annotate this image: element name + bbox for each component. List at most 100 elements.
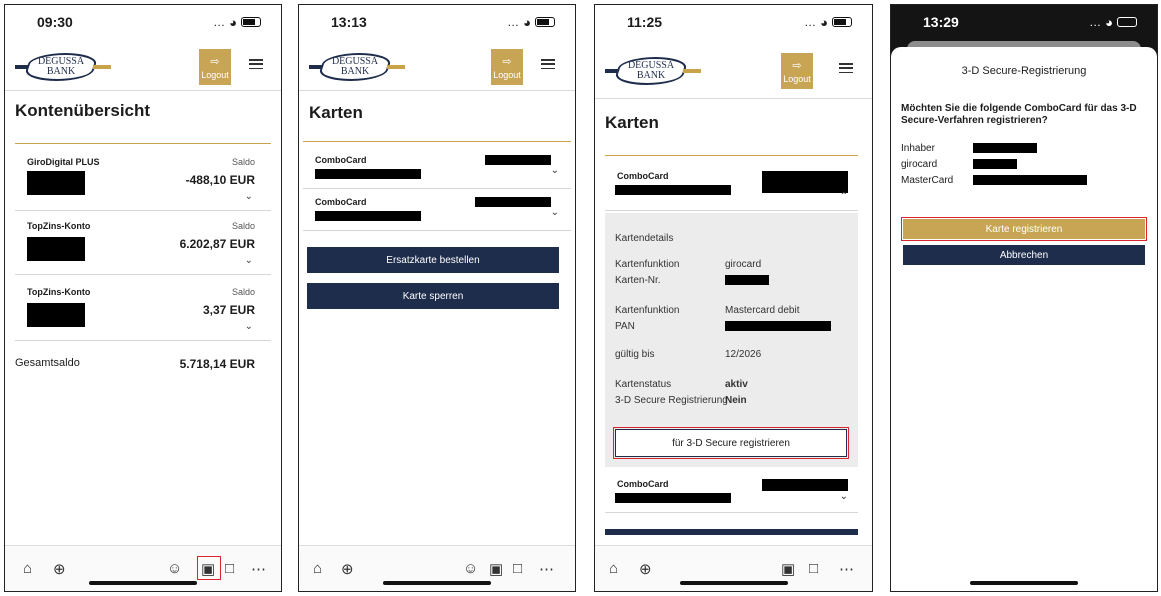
- block-card-button[interactable]: Karte sperren: [307, 283, 559, 309]
- card-row[interactable]: ComboCard ⌄: [303, 149, 571, 189]
- details-title: Kartendetails: [615, 233, 674, 244]
- account-row[interactable]: GiroDigital PLUS Saldo -488,10 EUR ⌄: [15, 147, 271, 211]
- highlight-register-button: [613, 427, 849, 459]
- status-bar: 13:13 … ◕: [299, 5, 575, 39]
- battery-icon: [535, 17, 555, 27]
- more-icon[interactable]: ⋯: [539, 560, 554, 578]
- menu-icon[interactable]: [839, 61, 853, 75]
- status-time: 13:29: [923, 14, 959, 30]
- redacted-pan: [725, 321, 831, 331]
- redacted-iban: [27, 237, 85, 261]
- logout-icon: ⇨: [792, 59, 802, 72]
- home-icon[interactable]: ⌂: [313, 560, 322, 577]
- home-icon[interactable]: ⌂: [609, 560, 618, 577]
- status-bar: 11:25 … ◕: [595, 5, 872, 39]
- status-time: 13:13: [331, 14, 367, 30]
- status-time: 09:30: [37, 14, 73, 30]
- documents-icon[interactable]: □: [513, 560, 522, 577]
- degussa-bank-logo: DEGUSSA BANK: [605, 55, 701, 87]
- redacted-mastercard: [973, 175, 1087, 185]
- home-icon[interactable]: ⌂: [23, 560, 32, 577]
- degussa-bank-logo: DEGUSSA BANK: [15, 51, 111, 83]
- transfer-icon[interactable]: ⊕: [53, 560, 66, 578]
- status-bar: 09:30 … ◕: [5, 5, 281, 39]
- documents-icon[interactable]: □: [225, 560, 234, 577]
- app-header: DEGUSSA BANK ⇨ Logout: [299, 43, 575, 91]
- signal-icon: …: [804, 15, 817, 29]
- screen-account-overview: 09:30 … ◕ DEGUSSA BANK ⇨ Logout Kontenüb…: [4, 4, 282, 592]
- wifi-icon: ◕: [820, 14, 828, 30]
- page-title: Kontenübersicht: [15, 101, 151, 120]
- wifi-icon: ◕: [229, 14, 237, 30]
- order-replacement-card-button[interactable]: Ersatzkarte bestellen: [307, 247, 559, 273]
- signal-icon: …: [1089, 15, 1102, 29]
- card-row-expanded[interactable]: ComboCard ⌃: [605, 161, 858, 211]
- redacted-card-number: [725, 275, 769, 285]
- divider: [303, 141, 571, 142]
- page-title: Karten: [605, 113, 659, 132]
- logout-button[interactable]: ⇨ Logout: [781, 53, 813, 89]
- logout-button[interactable]: ⇨ Logout: [199, 49, 231, 85]
- documents-icon[interactable]: □: [809, 560, 818, 577]
- total-value: 5.718,14 EUR: [179, 357, 255, 371]
- card-details-panel: Kartendetails Kartenfunktion girocard Ka…: [605, 213, 858, 467]
- menu-icon[interactable]: [541, 57, 555, 71]
- highlight-confirm-button: [901, 217, 1147, 241]
- account-row[interactable]: TopZins-Konto Saldo 6.202,87 EUR ⌄: [15, 211, 271, 275]
- transfer-icon[interactable]: ⊕: [341, 560, 354, 578]
- redacted-card-info: [485, 155, 551, 165]
- status-time: 11:25: [627, 14, 663, 30]
- logout-icon: ⇨: [210, 55, 220, 68]
- card-status-value: aktiv: [725, 379, 748, 390]
- divider: [605, 155, 858, 156]
- more-icon[interactable]: ⋯: [251, 560, 266, 578]
- chevron-down-icon[interactable]: ⌄: [840, 491, 848, 502]
- logout-button[interactable]: ⇨ Logout: [491, 49, 523, 85]
- signal-icon: …: [213, 15, 226, 29]
- chevron-up-icon[interactable]: ⌃: [840, 191, 848, 202]
- redacted-card-info: [762, 479, 848, 491]
- more-icon[interactable]: ⋯: [839, 560, 854, 578]
- redacted-card-number: [615, 185, 731, 195]
- redacted-card-info: [762, 171, 848, 193]
- redacted-card-number: [315, 169, 421, 179]
- account-row[interactable]: TopZins-Konto Saldo 3,37 EUR ⌄: [15, 277, 271, 341]
- signal-icon: …: [507, 15, 520, 29]
- chevron-down-icon[interactable]: ⌄: [245, 191, 253, 202]
- battery-icon: [832, 17, 852, 27]
- card-row[interactable]: ComboCard ⌄: [605, 469, 858, 513]
- cards-icon[interactable]: ▣: [781, 560, 795, 578]
- redacted-owner: [973, 143, 1037, 153]
- logout-icon: ⇨: [502, 55, 512, 68]
- cancel-button[interactable]: Abbrechen: [903, 245, 1145, 265]
- support-icon[interactable]: ☺: [167, 560, 182, 577]
- home-indicator: [679, 581, 788, 585]
- screen-card-details: 11:25 … ◕ DEGUSSA BANK ⇨ Logout Karten C…: [594, 4, 873, 592]
- chevron-down-icon[interactable]: ⌄: [551, 207, 559, 218]
- battery-icon: [241, 17, 261, 27]
- battery-icon: [1117, 17, 1137, 27]
- app-header: DEGUSSA BANK ⇨ Logout: [595, 47, 872, 99]
- sheet-title: 3-D Secure-Registrierung: [961, 65, 1087, 77]
- cards-icon[interactable]: ▣: [489, 560, 503, 578]
- support-icon[interactable]: ☺: [463, 560, 478, 577]
- chevron-down-icon[interactable]: ⌄: [245, 321, 253, 332]
- wifi-icon: ◕: [523, 14, 531, 30]
- page-title: Karten: [309, 103, 363, 122]
- total-label: Gesamtsaldo: [15, 357, 80, 369]
- transfer-icon[interactable]: ⊕: [639, 560, 652, 578]
- card-row[interactable]: ComboCard ⌄: [303, 191, 571, 231]
- highlight-cards-tab: [197, 556, 221, 580]
- screen-3ds-registration: 13:29 … ◕ 3-D Secure-Registrierung Möcht…: [890, 4, 1158, 592]
- screen-cards: 13:13 … ◕ DEGUSSA BANK ⇨ Logout Karten C…: [298, 4, 576, 592]
- wifi-icon: ◕: [1105, 14, 1113, 30]
- chevron-down-icon[interactable]: ⌄: [551, 165, 559, 176]
- menu-icon[interactable]: [249, 57, 263, 71]
- redacted-card-number: [315, 211, 421, 221]
- chevron-down-icon[interactable]: ⌄: [245, 255, 253, 266]
- status-bar: 13:29 … ◕: [891, 5, 1157, 39]
- redacted-girocard: [973, 159, 1017, 169]
- redacted-card-info: [475, 197, 551, 207]
- degussa-bank-logo: DEGUSSA BANK: [309, 51, 405, 83]
- registration-question: Möchten Sie die folgende ComboCard für d…: [901, 103, 1137, 126]
